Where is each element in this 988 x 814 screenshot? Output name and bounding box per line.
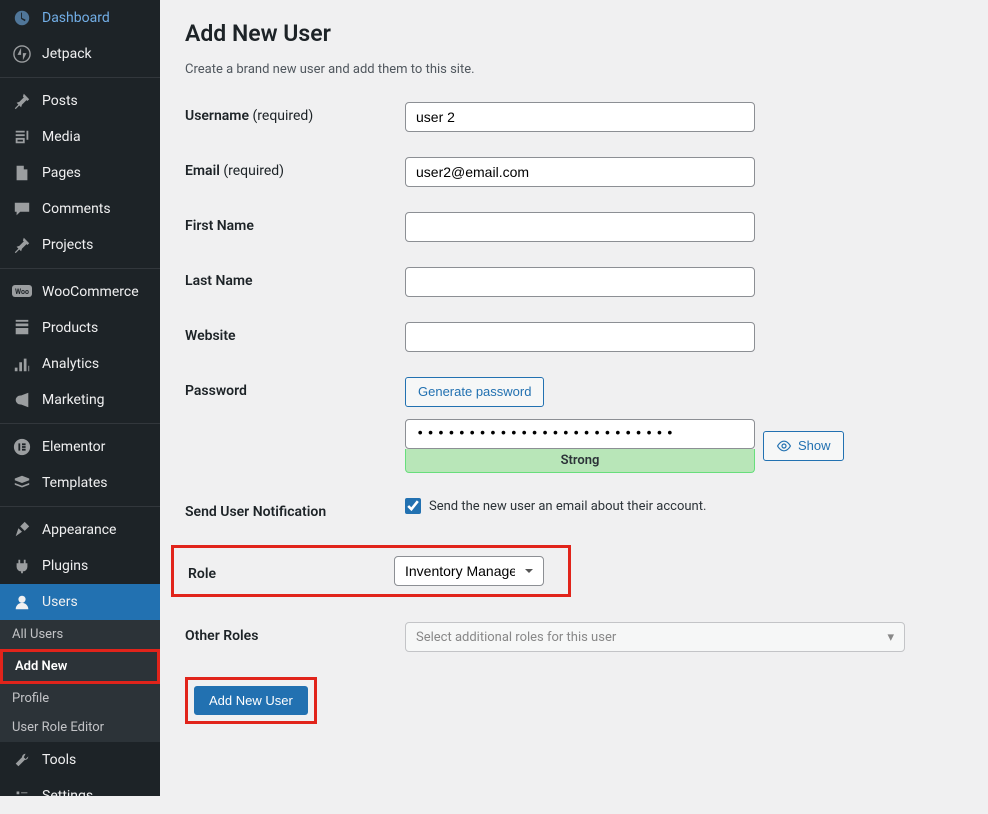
sidebar-label: Elementor xyxy=(42,439,105,455)
tools-icon xyxy=(12,750,32,770)
main-content: Add New User Create a brand new user and… xyxy=(160,0,988,796)
lastname-input[interactable] xyxy=(405,267,755,297)
marketing-icon xyxy=(12,390,32,410)
plugins-icon xyxy=(12,556,32,576)
add-new-user-button[interactable]: Add New User xyxy=(194,686,308,715)
firstname-label: First Name xyxy=(185,212,405,234)
sidebar-label: Plugins xyxy=(42,558,88,574)
sidebar-item-products[interactable]: Products xyxy=(0,310,160,346)
sidebar-item-marketing[interactable]: Marketing xyxy=(0,382,160,418)
website-label: Website xyxy=(185,322,405,344)
sidebar-label: Pages xyxy=(42,165,81,181)
sidebar-item-jetpack[interactable]: Jetpack xyxy=(0,36,160,72)
sidebar-item-woocommerce[interactable]: Woo WooCommerce xyxy=(0,274,160,310)
sidebar-label: Projects xyxy=(42,237,93,253)
pin-icon xyxy=(12,91,32,111)
sidebar-item-pages[interactable]: Pages xyxy=(0,155,160,191)
jetpack-icon xyxy=(12,44,32,64)
sidebar-item-comments[interactable]: Comments xyxy=(0,191,160,227)
page-description: Create a brand new user and add them to … xyxy=(185,62,963,77)
other-roles-select[interactable]: Select additional roles for this user ▾ xyxy=(405,622,905,652)
role-label: Role xyxy=(188,560,394,582)
page-icon xyxy=(12,163,32,183)
lastname-label: Last Name xyxy=(185,267,405,289)
templates-icon xyxy=(12,473,32,493)
sidebar-label: Appearance xyxy=(42,522,116,538)
woo-icon: Woo xyxy=(12,282,32,302)
username-label: Username (required) xyxy=(185,102,405,124)
firstname-input[interactable] xyxy=(405,212,755,242)
sidebar-item-posts[interactable]: Posts xyxy=(0,83,160,119)
users-icon xyxy=(12,592,32,612)
notification-checkbox[interactable] xyxy=(405,498,421,514)
sidebar-label: Media xyxy=(42,129,81,145)
chevron-down-icon: ▾ xyxy=(887,630,894,645)
sidebar-item-projects[interactable]: Projects xyxy=(0,227,160,263)
media-icon xyxy=(12,127,32,147)
sidebar-label: Templates xyxy=(42,475,108,491)
sidebar-item-tools[interactable]: Tools xyxy=(0,742,160,778)
sidebar-label: Dashboard xyxy=(42,10,110,26)
elementor-icon xyxy=(12,437,32,457)
page-title: Add New User xyxy=(185,20,963,47)
eye-icon xyxy=(776,438,792,454)
users-submenu: All Users Add New Profile User Role Edit… xyxy=(0,620,160,742)
sidebar-label: Users xyxy=(42,594,78,610)
sidebar-item-analytics[interactable]: Analytics xyxy=(0,346,160,382)
sidebar-item-users[interactable]: Users xyxy=(0,584,160,620)
appearance-icon xyxy=(12,520,32,540)
password-strength-label: Strong xyxy=(405,449,755,473)
pin-icon xyxy=(12,235,32,255)
sidebar-label: Products xyxy=(42,320,98,336)
show-password-button[interactable]: Show xyxy=(763,431,844,461)
sidebar-item-settings[interactable]: Settings xyxy=(0,778,160,814)
submenu-profile[interactable]: Profile xyxy=(0,684,160,713)
sidebar-item-media[interactable]: Media xyxy=(0,119,160,155)
sidebar-item-elementor[interactable]: Elementor xyxy=(0,429,160,465)
password-label: Password xyxy=(185,377,405,399)
analytics-icon xyxy=(12,354,32,374)
sidebar-item-dashboard[interactable]: Dashboard xyxy=(0,0,160,36)
comment-icon xyxy=(12,199,32,219)
settings-icon xyxy=(12,786,32,806)
sidebar-label: Analytics xyxy=(42,356,99,372)
sidebar-label: Posts xyxy=(42,93,78,109)
show-label: Show xyxy=(798,436,831,456)
sidebar-label: Marketing xyxy=(42,392,105,408)
sidebar-label: Comments xyxy=(42,201,111,217)
website-input[interactable] xyxy=(405,322,755,352)
notification-text: Send the new user an email about their a… xyxy=(429,499,706,514)
password-input[interactable] xyxy=(405,419,755,449)
email-label: Email (required) xyxy=(185,157,405,179)
submenu-all-users[interactable]: All Users xyxy=(0,620,160,649)
generate-password-button[interactable]: Generate password xyxy=(405,377,544,407)
sidebar-label: WooCommerce xyxy=(42,284,139,300)
admin-sidebar: Dashboard Jetpack Posts Media Pages Comm… xyxy=(0,0,160,796)
notification-label: Send User Notification xyxy=(185,498,405,520)
sidebar-label: Settings xyxy=(42,788,93,804)
role-select[interactable]: Inventory Manager xyxy=(394,556,544,586)
sidebar-label: Jetpack xyxy=(42,46,92,62)
other-roles-placeholder: Select additional roles for this user xyxy=(416,630,616,645)
products-icon xyxy=(12,318,32,338)
sidebar-label: Tools xyxy=(42,752,76,768)
sidebar-item-appearance[interactable]: Appearance xyxy=(0,512,160,548)
svg-text:Woo: Woo xyxy=(15,288,29,296)
other-roles-label: Other Roles xyxy=(185,622,405,644)
email-input[interactable] xyxy=(405,157,755,187)
sidebar-item-plugins[interactable]: Plugins xyxy=(0,548,160,584)
username-input[interactable] xyxy=(405,102,755,132)
submenu-user-role-editor[interactable]: User Role Editor xyxy=(0,713,160,742)
sidebar-item-templates[interactable]: Templates xyxy=(0,465,160,501)
dashboard-icon xyxy=(12,8,32,28)
submenu-add-new[interactable]: Add New xyxy=(0,649,160,684)
